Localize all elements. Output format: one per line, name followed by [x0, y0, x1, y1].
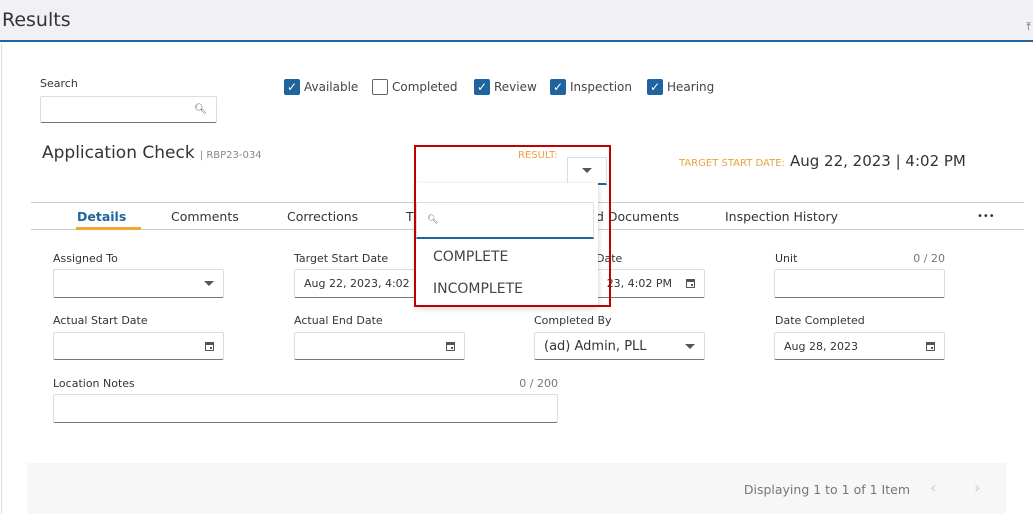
actual-start-date-label: Actual Start Date: [53, 314, 148, 327]
filter-label: Inspection: [570, 80, 632, 94]
tab-corrections[interactable]: Corrections: [287, 209, 358, 224]
result-label: RESULT:: [518, 150, 558, 161]
calendar-icon[interactable]: [205, 341, 214, 351]
date-completed-label: Date Completed: [775, 314, 865, 327]
actual-end-date-input[interactable]: [294, 332, 465, 360]
filter-label: Hearing: [667, 80, 715, 94]
filter-completed[interactable]: Completed: [372, 79, 457, 95]
page-title: Results: [2, 9, 71, 31]
completed-by-label: Completed By: [534, 314, 612, 327]
location-notes-counter: 0 / 200: [519, 377, 558, 390]
filter-label: Available: [304, 80, 359, 94]
search-icon: 🔍︎: [427, 215, 439, 225]
next-page-icon[interactable]: ›: [974, 478, 980, 497]
location-notes-input[interactable]: [53, 394, 558, 423]
header-bar: Results ⤒: [0, 0, 1033, 42]
target-start-date-label: Target Start Date: [294, 252, 389, 265]
unit-input[interactable]: [774, 269, 945, 298]
option-complete[interactable]: COMPLETE: [433, 249, 508, 265]
result-search-input[interactable]: 🔍︎: [416, 202, 594, 239]
chevron-down-icon: [582, 168, 592, 173]
tab-partial-t[interactable]: T: [406, 209, 414, 224]
search-icon: 🔍︎: [194, 104, 207, 115]
checkbox-checked-icon[interactable]: ✓: [550, 79, 566, 95]
pager-bar: Displaying 1 to 1 of 1 Item ‹ ›: [27, 463, 1006, 514]
search-label: Search: [40, 77, 78, 90]
unit-counter: 0 / 20: [913, 252, 945, 265]
checkbox-checked-icon[interactable]: ✓: [284, 79, 300, 95]
filter-label: Review: [494, 80, 537, 94]
completed-by-value: (ad) Admin, PLL: [544, 338, 647, 354]
tab-documents[interactable]: d Documents: [596, 209, 679, 224]
checkbox-unchecked-icon[interactable]: [372, 79, 388, 95]
filter-review[interactable]: ✓ Review: [474, 79, 537, 95]
more-tabs-icon[interactable]: •••: [977, 211, 995, 222]
pager-text: Displaying 1 to 1 of 1 Item: [743, 482, 910, 497]
option-incomplete[interactable]: INCOMPLETE: [433, 281, 523, 297]
active-tab-indicator: [76, 227, 141, 230]
tab-details[interactable]: Details: [77, 209, 126, 224]
record-number: | RBP23-034: [199, 150, 262, 161]
filter-hearing[interactable]: ✓ Hearing: [647, 79, 714, 95]
filter-inspection[interactable]: ✓ Inspection: [550, 79, 632, 95]
filter-available[interactable]: ✓ Available: [284, 79, 358, 95]
target-end-date-value: 23, 4:02 PM: [606, 277, 672, 290]
checkbox-checked-icon[interactable]: ✓: [647, 79, 663, 95]
actual-end-date-label: Actual End Date: [294, 314, 383, 327]
target-start-value: Aug 22, 2023 | 4:02 PM: [789, 152, 966, 170]
inspection-heading: Application Check | RBP23-034: [42, 143, 262, 163]
previous-page-icon[interactable]: ‹: [930, 478, 936, 497]
date-completed-value: Aug 28, 2023: [784, 339, 858, 353]
date-completed-input[interactable]: Aug 28, 2023: [774, 332, 945, 360]
location-notes-label: Location Notes: [53, 377, 135, 390]
assigned-to-select[interactable]: [53, 269, 224, 298]
calendar-icon[interactable]: [926, 341, 935, 351]
tab-comments[interactable]: Comments: [171, 209, 239, 224]
target-start-date-value: Aug 22, 2023, 4:02 PM: [304, 277, 430, 290]
actual-start-date-input[interactable]: [53, 332, 224, 360]
filter-label: Completed: [392, 80, 458, 94]
chevron-down-icon: [204, 281, 214, 286]
calendar-icon[interactable]: [686, 279, 695, 288]
chevron-down-icon: [685, 343, 695, 349]
checkbox-checked-icon[interactable]: ✓: [474, 79, 490, 95]
target-start-summary: TARGET START DATE: Aug 22, 2023 | 4:02 P…: [679, 151, 966, 170]
result-select[interactable]: [567, 157, 607, 185]
result-dropdown-popup: 🔍︎ COMPLETE INCOMPLETE: [416, 183, 598, 306]
target-start-label: TARGET START DATE:: [679, 158, 785, 169]
tab-inspection-history[interactable]: Inspection History: [725, 209, 838, 224]
assigned-to-label: Assigned To: [53, 252, 118, 265]
target-end-date-label: Date: [596, 252, 623, 265]
calendar-icon[interactable]: [446, 341, 455, 351]
pin-to-top-icon[interactable]: ⤒: [1026, 20, 1031, 34]
completed-by-select[interactable]: (ad) Admin, PLL: [534, 332, 705, 360]
panel-border: [1, 44, 2, 514]
search-input[interactable]: 🔍︎: [40, 96, 217, 123]
unit-label: Unit: [775, 252, 798, 265]
inspection-title: Application Check: [42, 143, 195, 163]
